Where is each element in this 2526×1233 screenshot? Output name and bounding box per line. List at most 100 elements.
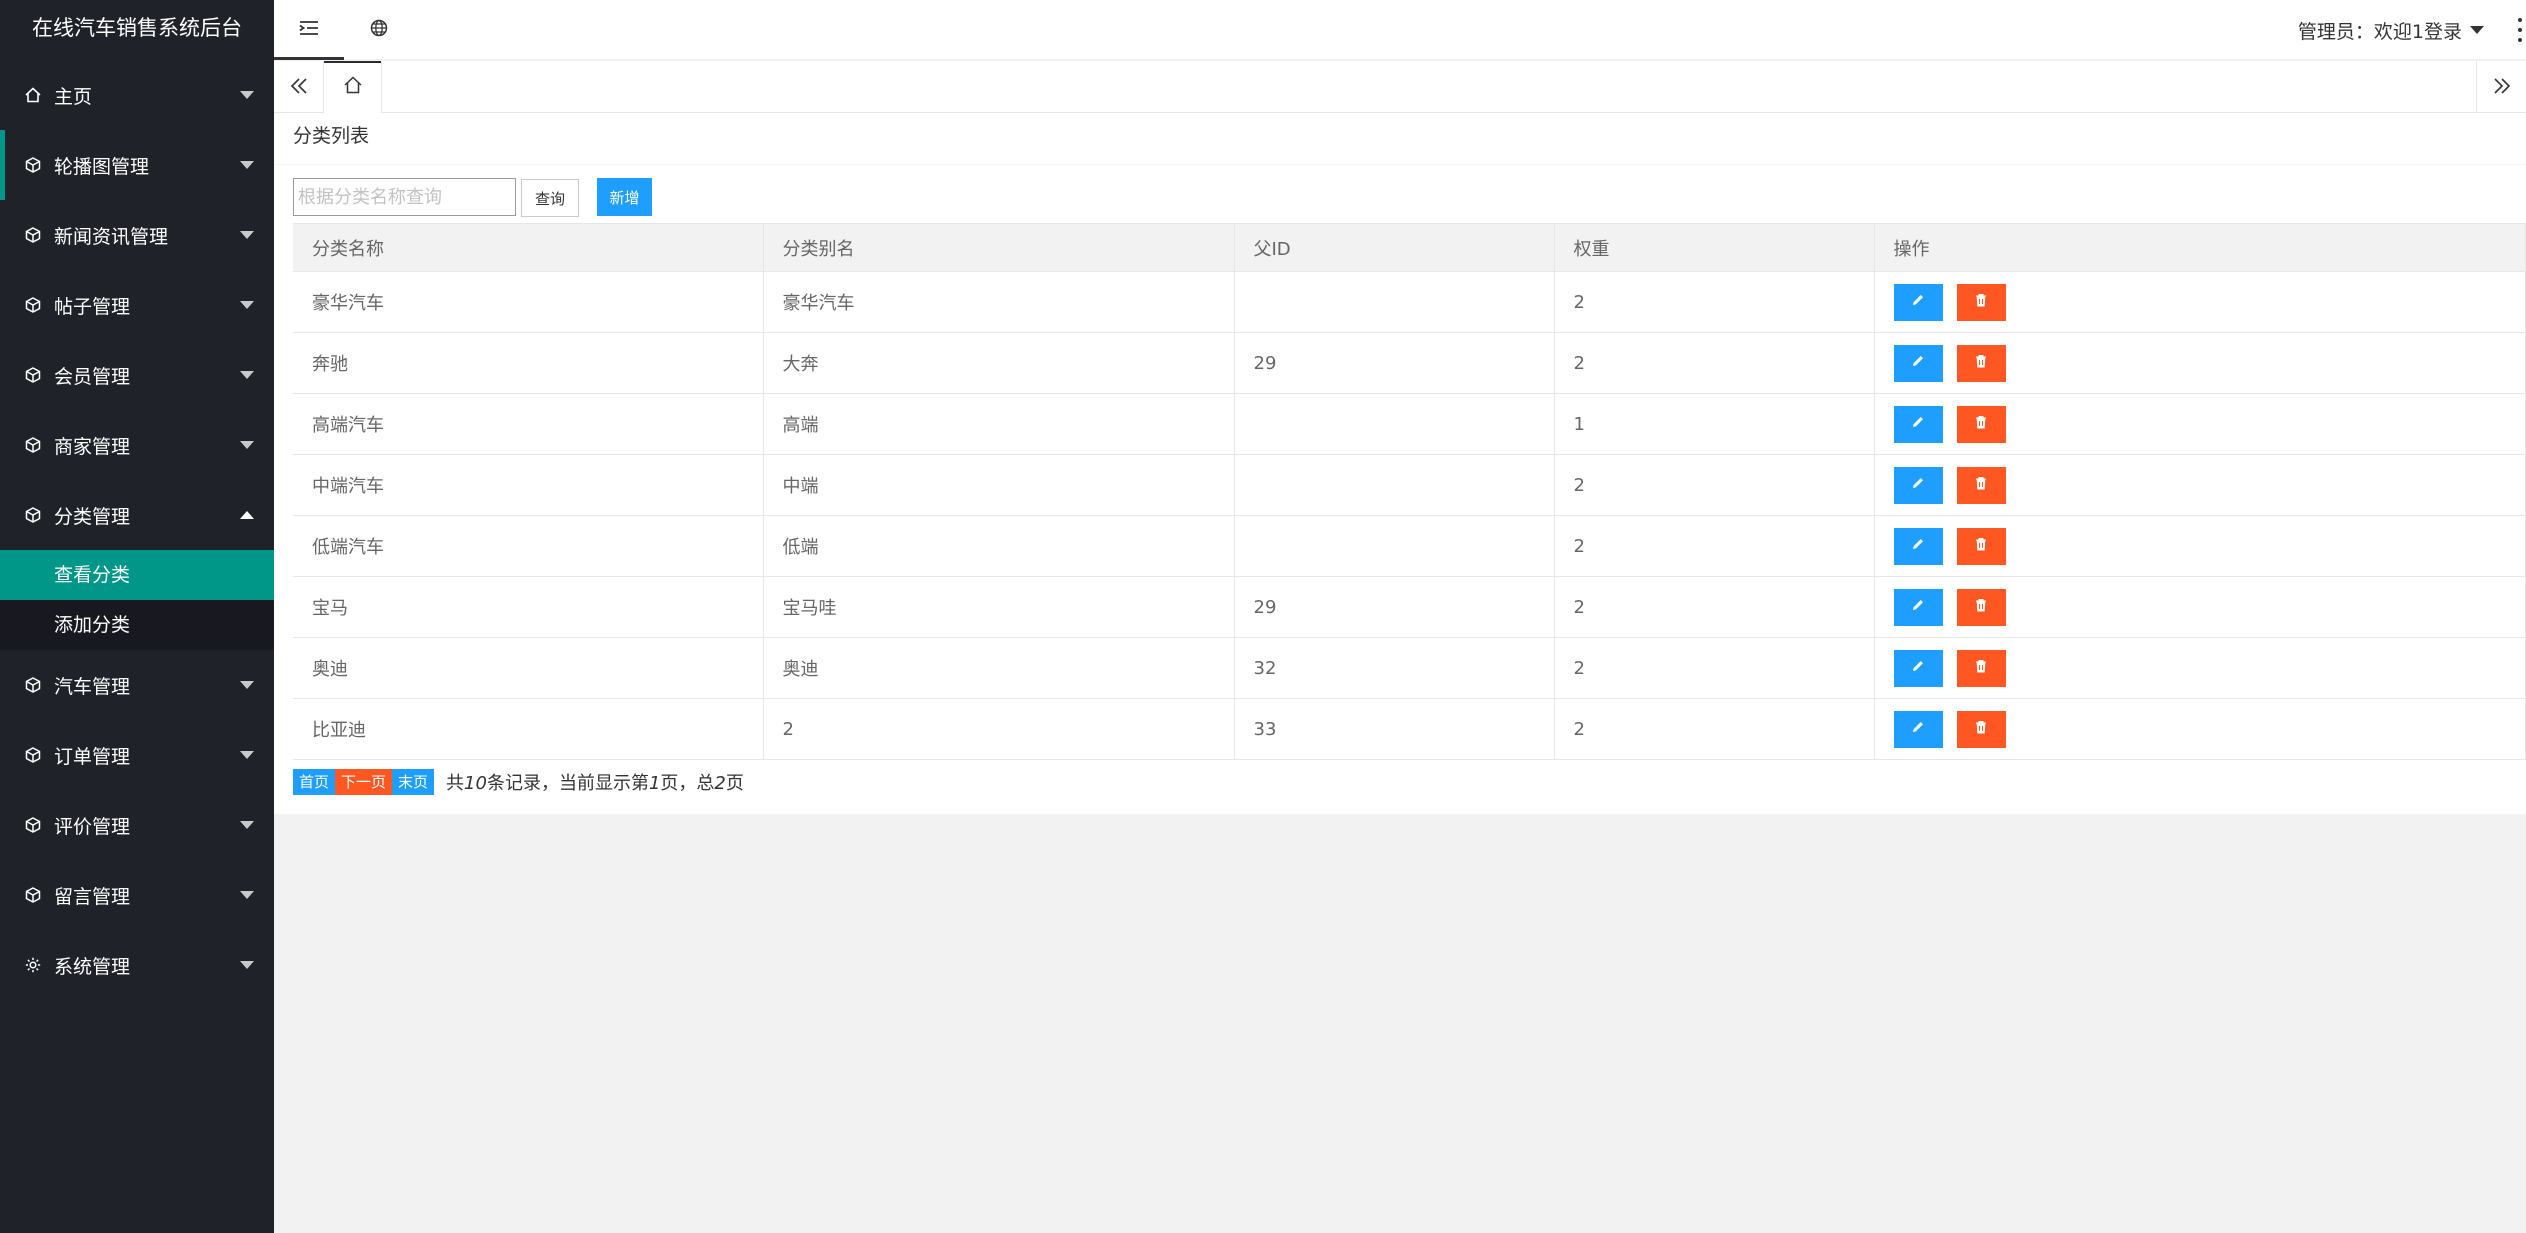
edit-button[interactable]: [1893, 466, 1943, 504]
table-row: 低端汽车 低端 2: [293, 515, 2526, 577]
delete-button[interactable]: [1956, 466, 2006, 504]
edit-button[interactable]: [1893, 649, 1943, 687]
table-row: 中端汽车 中端 2: [293, 454, 2526, 516]
edit-button[interactable]: [1893, 405, 1943, 443]
sidebar-item-merchants[interactable]: 商家管理: [0, 410, 274, 480]
chevron-down-icon: [240, 161, 254, 169]
pencil-icon: [1910, 536, 1926, 557]
sidebar-item-posts[interactable]: 帖子管理: [0, 270, 274, 340]
table-cell: 大奔: [762, 332, 1235, 394]
edit-button[interactable]: [1893, 344, 1943, 382]
sidebar-item-label: 分类管理: [54, 505, 131, 528]
more-icon[interactable]: [2514, 18, 2526, 42]
sidebar-item-system[interactable]: 系统管理: [0, 930, 274, 1000]
chevron-down-icon: [240, 751, 254, 759]
chevron-up-icon: [240, 511, 254, 519]
actions-cell: [1873, 515, 2526, 577]
app-title: 在线汽车销售系统后台: [32, 16, 242, 40]
edit-button[interactable]: [1893, 710, 1943, 748]
next-page-button[interactable]: 下一页: [335, 769, 393, 795]
tab-scroll-left-button[interactable]: [274, 61, 324, 113]
trash-icon: [1973, 719, 1989, 740]
table-cell: 宝马: [293, 576, 764, 638]
actions-cell: [1873, 454, 2526, 516]
chevron-down-icon: [240, 301, 254, 309]
chevron-down-icon: [240, 821, 254, 829]
table-row: 豪华汽车 豪华汽车 2: [293, 271, 2526, 333]
sidebar-item-home[interactable]: 主页: [0, 60, 274, 130]
category-list-card: 分类列表 查询 新增 分类名称 分类别名 父ID 权重 操作 豪华汽车豪华汽车2…: [274, 113, 2526, 814]
actions-cell: [1873, 332, 2526, 394]
cube-icon: [24, 436, 42, 454]
card-title: 分类列表: [274, 113, 2526, 165]
sidebar-item-cars[interactable]: 汽车管理: [0, 650, 274, 720]
pencil-icon: [1910, 292, 1926, 313]
sidebar-item-label: 系统管理: [54, 955, 131, 978]
delete-button[interactable]: [1956, 405, 2006, 443]
delete-button[interactable]: [1956, 649, 2006, 687]
admin-label: 管理员：欢迎1登录: [2297, 20, 2462, 43]
table-cell: 2: [1553, 698, 1875, 760]
table-cell: 低端: [762, 515, 1235, 577]
actions-cell: [1873, 637, 2526, 699]
actions-cell: [1873, 576, 2526, 638]
table-cell: 豪华汽车: [762, 271, 1235, 333]
first-page-button[interactable]: 首页: [293, 769, 336, 795]
home-icon: [24, 86, 42, 104]
actions-cell: [1873, 393, 2526, 455]
table-row: 奥迪 奥迪 32 2: [293, 637, 2526, 699]
edit-button[interactable]: [1893, 588, 1943, 626]
indent-icon: [299, 17, 319, 41]
sidebar-subitem-add-category[interactable]: 添加分类: [0, 600, 274, 650]
table-cell: 奥迪: [293, 637, 764, 699]
website-button[interactable]: [344, 0, 414, 60]
sidebar-item-label: 汽车管理: [54, 675, 131, 698]
table-row: 比亚迪 2 33 2: [293, 698, 2526, 760]
search-toolbar: 查询 新增: [293, 177, 652, 217]
top-header: 管理员：欢迎1登录: [274, 0, 2526, 60]
cube-icon: [24, 886, 42, 904]
menu-toggle-button[interactable]: [274, 0, 344, 60]
table-cell: [1233, 515, 1555, 577]
globe-icon: [370, 18, 388, 42]
cube-icon: [24, 816, 42, 834]
tab-bar: [274, 61, 2526, 113]
sidebar-item-members[interactable]: 会员管理: [0, 340, 274, 410]
table-cell: 29: [1233, 332, 1555, 394]
gear-icon: [24, 956, 42, 974]
cube-icon: [24, 296, 42, 314]
cube-icon: [24, 506, 42, 524]
chevron-down-icon: [240, 91, 254, 99]
edit-button[interactable]: [1893, 527, 1943, 565]
pencil-icon: [1910, 414, 1926, 435]
column-header: 权重: [1553, 223, 1875, 272]
chevron-down-icon: [240, 891, 254, 899]
sidebar-item-orders[interactable]: 订单管理: [0, 720, 274, 790]
actions-cell: [1873, 271, 2526, 333]
table-row: 奔驰 大奔 29 2: [293, 332, 2526, 394]
delete-button[interactable]: [1956, 588, 2006, 626]
admin-menu[interactable]: 管理员：欢迎1登录: [2298, 0, 2484, 60]
delete-button[interactable]: [1956, 527, 2006, 565]
table-cell: 中端汽车: [293, 454, 764, 516]
delete-button[interactable]: [1956, 710, 2006, 748]
last-page-button[interactable]: 末页: [392, 769, 435, 795]
chevron-down-icon: [2470, 26, 2484, 34]
sidebar-subitem-view-categories[interactable]: 查看分类: [0, 550, 274, 600]
sidebar-item-reviews[interactable]: 评价管理: [0, 790, 274, 860]
delete-button[interactable]: [1956, 283, 2006, 321]
sidebar-item-news[interactable]: 新闻资讯管理: [0, 200, 274, 270]
search-input[interactable]: [293, 178, 516, 216]
table-row: 宝马 宝马哇 29 2: [293, 576, 2526, 638]
edit-button[interactable]: [1893, 283, 1943, 321]
trash-icon: [1973, 475, 1989, 496]
delete-button[interactable]: [1956, 344, 2006, 382]
add-button[interactable]: 新增: [597, 178, 652, 216]
sidebar-item-messages[interactable]: 留言管理: [0, 860, 274, 930]
sidebar-item-categories[interactable]: 分类管理: [0, 480, 274, 550]
sidebar-item-carousel[interactable]: 轮播图管理: [0, 130, 274, 200]
query-button[interactable]: 查询: [521, 179, 579, 217]
sidebar-item-label: 订单管理: [54, 745, 131, 768]
tab-home[interactable]: [324, 61, 382, 113]
tab-scroll-right-button[interactable]: [2476, 61, 2526, 113]
